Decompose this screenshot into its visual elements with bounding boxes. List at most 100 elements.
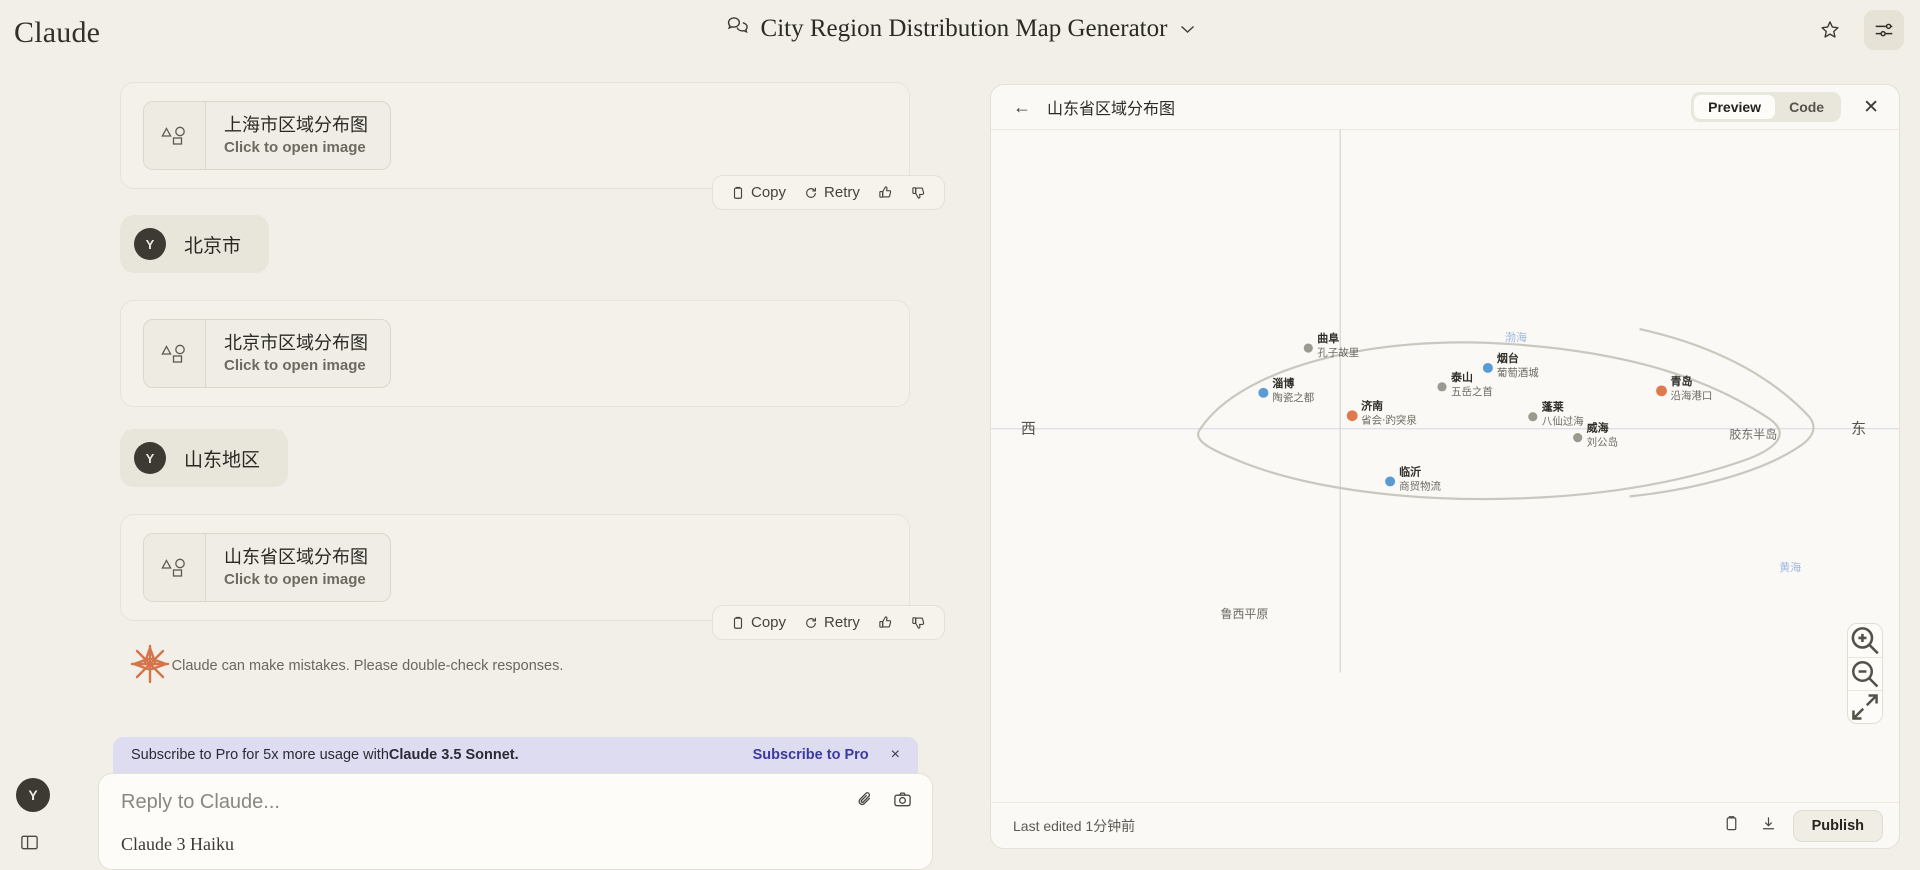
artifact-card-beijing[interactable]: 北京市区域分布图 Click to open image — [143, 319, 391, 389]
settings-sliders-icon[interactable] — [1864, 10, 1904, 50]
avatar: Y — [134, 228, 166, 260]
retry-label: Retry — [824, 184, 860, 201]
map-canvas[interactable]: 西 东 渤海 黄海 胶东半岛 鲁西平原 淄博 陶瓷之都 曲阜 孔子故里 泰山 五… — [991, 129, 1899, 802]
tab-code[interactable]: Code — [1775, 95, 1838, 119]
chat-title-menu[interactable]: City Region Distribution Map Generator — [726, 14, 1195, 43]
promo-text-bold: Claude 3.5 Sonnet. — [388, 747, 519, 763]
avatar-initial: Y — [16, 778, 50, 812]
city-yantai[interactable]: 烟台 葡萄酒城 — [1482, 351, 1539, 379]
subscribe-promo-banner: Subscribe to Pro for 5x more usage with … — [113, 737, 918, 773]
svg-text:临沂: 临沂 — [1399, 464, 1421, 478]
chat-bubbles-icon — [726, 14, 750, 43]
retry-button[interactable]: Retry — [798, 182, 866, 203]
artifact-panel-title: 山东省区域分布图 — [1047, 101, 1176, 118]
retry-label: Retry — [824, 614, 860, 631]
thumbs-up-icon[interactable] — [872, 613, 899, 632]
artifact-subtitle: Click to open image — [224, 139, 366, 157]
copy-button[interactable]: Copy — [725, 612, 792, 633]
close-icon[interactable]: × — [891, 746, 900, 764]
svg-text:省会·趵突泉: 省会·趵突泉 — [1361, 414, 1417, 427]
disclaimer-text: Claude can make mistakes. Please double-… — [171, 658, 564, 674]
message-actions-2: Copy Retry — [712, 605, 945, 640]
axis-label-west: 西 — [1021, 420, 1036, 438]
copy-button[interactable]: Copy — [725, 182, 792, 203]
svg-text:烟台: 烟台 — [1497, 351, 1519, 365]
top-bar-actions — [1810, 10, 1904, 50]
artifact-subtitle: Click to open image — [224, 357, 366, 375]
city-penglai[interactable]: 蓬莱 八仙过海 — [1528, 400, 1584, 428]
close-icon[interactable]: ✕ — [1863, 96, 1879, 119]
preview-code-toggle: Preview Code — [1691, 92, 1842, 122]
thumbs-down-icon[interactable] — [905, 183, 932, 202]
svg-text:沿海港口: 沿海港口 — [1671, 389, 1713, 402]
city-taishan[interactable]: 泰山 五岳之首 — [1437, 370, 1493, 398]
artifact-title: 山东省区域分布图 — [224, 547, 368, 567]
svg-text:济南: 济南 — [1361, 399, 1383, 413]
copy-label: Copy — [751, 184, 787, 201]
shapes-icon — [144, 102, 206, 170]
artifact-card-shanghai[interactable]: 上海市区域分布图 Click to open image — [143, 101, 391, 171]
message-composer[interactable]: Reply to Claude... Claude 3 Haiku — [98, 773, 933, 870]
model-selector[interactable]: Claude 3 Haiku — [121, 834, 910, 855]
camera-icon[interactable] — [893, 790, 912, 814]
svg-text:五岳之首: 五岳之首 — [1451, 385, 1493, 398]
download-icon[interactable] — [1750, 815, 1787, 837]
claude-app: Claude City Region Distribution Map Gene… — [0, 0, 1920, 870]
svg-text:青岛: 青岛 — [1671, 374, 1693, 388]
artifact-panel-header: ← 山东省区域分布图 Preview Code ✕ — [991, 85, 1899, 129]
tab-preview[interactable]: Preview — [1694, 95, 1776, 119]
axis-label-east: 东 — [1851, 420, 1866, 438]
zoom-out-icon[interactable] — [1848, 657, 1882, 690]
last-edited-status: Last edited 1分钟前 — [1013, 817, 1136, 834]
back-arrow-icon[interactable]: ← — [1013, 97, 1031, 118]
user-message-1: Y 北京市 — [120, 215, 270, 273]
sidebar-toggle-icon[interactable] — [20, 833, 39, 857]
star-icon[interactable] — [1810, 10, 1850, 50]
reply-input[interactable]: Reply to Claude... — [121, 791, 910, 814]
clipboard-icon[interactable] — [1713, 815, 1750, 837]
chat-title-text: City Region Distribution Map Generator — [760, 14, 1168, 42]
composer-actions — [856, 790, 912, 814]
artifact-text: 北京市区域分布图 Click to open image — [206, 320, 390, 387]
city-qufu[interactable]: 曲阜 孔子故里 — [1303, 331, 1359, 359]
zoom-in-icon[interactable] — [1848, 624, 1882, 657]
city-linyi[interactable]: 临沂 商贸物流 — [1385, 464, 1442, 492]
city-qingdao[interactable]: 青岛 沿海港口 — [1656, 374, 1712, 402]
retry-button[interactable]: Retry — [798, 612, 866, 633]
assistant-message-2: 北京市区域分布图 Click to open image — [120, 300, 910, 408]
artifact-text: 上海市区域分布图 Click to open image — [206, 102, 390, 169]
city-zibo[interactable]: 淄博 陶瓷之都 — [1258, 376, 1315, 404]
publish-button[interactable]: Publish — [1792, 809, 1883, 842]
copy-label: Copy — [751, 614, 787, 631]
promo-text: Subscribe to Pro for 5x more usage with — [131, 747, 389, 763]
svg-text:淄博: 淄博 — [1272, 376, 1294, 390]
user-message-text: 北京市 — [184, 235, 242, 257]
svg-text:曲阜: 曲阜 — [1317, 331, 1339, 345]
svg-text:威海: 威海 — [1587, 421, 1609, 435]
artifact-card-shandong[interactable]: 山东省区域分布图 Click to open image — [143, 533, 391, 603]
region-label-luxi: 鲁西平原 — [1220, 606, 1268, 621]
peninsula-outline — [1629, 328, 1815, 498]
paperclip-icon[interactable] — [856, 790, 875, 814]
top-bar: Claude City Region Distribution Map Gene… — [0, 0, 1920, 60]
sea-label-huanghai: 黄海 — [1779, 560, 1801, 574]
shandong-distribution-map: 西 东 渤海 黄海 胶东半岛 鲁西平原 淄博 陶瓷之都 曲阜 孔子故里 泰山 五… — [991, 130, 1899, 673]
subscribe-to-pro-link[interactable]: Subscribe to Pro — [753, 747, 869, 763]
artifact-panel: ← 山东省区域分布图 Preview Code ✕ 西 东 渤海 黄海 胶东半岛… — [990, 84, 1900, 849]
thumbs-down-icon[interactable] — [905, 613, 932, 632]
message-actions-1: Copy Retry — [712, 175, 945, 210]
svg-text:刘公岛: 刘公岛 — [1587, 436, 1618, 449]
assistant-message-1: 上海市区域分布图 Click to open image — [120, 82, 910, 190]
sea-label-bohai: 渤海 — [1505, 330, 1527, 344]
sidebar-user-avatar[interactable]: Y — [16, 778, 50, 812]
svg-text:八仙过海: 八仙过海 — [1542, 415, 1584, 428]
user-message-2: Y 山东地区 — [120, 429, 289, 487]
expand-icon[interactable] — [1848, 690, 1882, 723]
artifact-panel-footer: Last edited 1分钟前 Publish — [991, 802, 1899, 848]
artifact-text: 山东省区域分布图 Click to open image — [206, 534, 390, 601]
thumbs-up-icon[interactable] — [872, 183, 899, 202]
artifact-title: 北京市区域分布图 — [224, 333, 368, 353]
svg-text:葡萄酒城: 葡萄酒城 — [1497, 366, 1539, 379]
brand-logo[interactable]: Claude — [14, 16, 100, 50]
city-jinan[interactable]: 济南 省会·趵突泉 — [1346, 399, 1418, 427]
